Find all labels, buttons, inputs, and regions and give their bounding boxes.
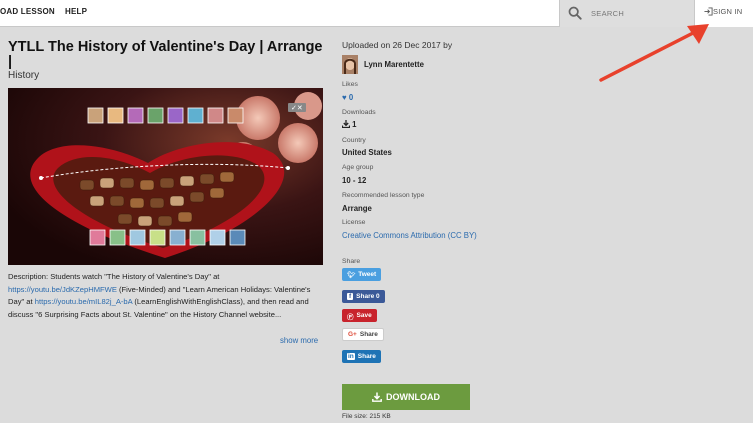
- downloads-label: Downloads: [342, 109, 376, 116]
- lesson-description: Description: Students watch "The History…: [8, 271, 326, 322]
- sign-in-icon: [704, 7, 713, 16]
- pinterest-icon: Ⓟ: [347, 313, 354, 321]
- twitter-icon: 🐦︎: [347, 271, 356, 279]
- download-button[interactable]: DOWNLOAD: [342, 384, 470, 410]
- lesson-type-value: Arrange: [342, 204, 372, 213]
- sign-in-label: SIGN IN: [713, 7, 743, 16]
- description-link-youtube-1[interactable]: https://youtu.be/JdKZepHMFWE: [8, 285, 117, 294]
- upload-info: Uploaded on 26 Dec 2017 by: [342, 40, 453, 50]
- facebook-share-button[interactable]: f Share 0: [342, 290, 385, 303]
- tweet-label: Tweet: [358, 271, 377, 278]
- description-link-youtube-2[interactable]: https://youtu.be/mIL82j_A-bA: [35, 297, 133, 306]
- age-group-value: 10 - 12: [342, 176, 367, 185]
- author-name-link[interactable]: Lynn Marentette: [364, 60, 424, 69]
- show-more-link[interactable]: show more: [280, 336, 318, 345]
- google-plus-icon: G+: [348, 331, 357, 338]
- search-input[interactable]: SEARCH: [591, 9, 624, 18]
- download-count-icon: [341, 120, 351, 129]
- description-text-1: Description: Students watch "The History…: [8, 272, 220, 281]
- linkedin-icon: in: [347, 353, 355, 360]
- download-icon: [372, 392, 382, 402]
- linkedin-share-button[interactable]: in Share: [342, 350, 381, 363]
- lesson-preview-image[interactable]: ✓✕: [8, 88, 323, 265]
- pinterest-save-label: Save: [356, 312, 372, 319]
- red-annotation-arrow: [599, 24, 709, 82]
- valentine-chocolate-box-illustration: ✓✕: [8, 88, 323, 265]
- google-plus-share-button[interactable]: G+ Share: [342, 328, 384, 341]
- facebook-icon: f: [347, 293, 354, 300]
- age-group-label: Age group: [342, 164, 374, 171]
- share-label: Share: [342, 258, 361, 265]
- likes-label: Likes: [342, 81, 358, 88]
- downloads-count: 1: [352, 120, 357, 129]
- author-avatar[interactable]: [342, 55, 358, 74]
- download-label: DOWNLOAD: [386, 392, 440, 402]
- nav-help-link[interactable]: HELP: [65, 7, 87, 16]
- author-photo: [342, 55, 358, 74]
- google-share-label: Share: [359, 331, 378, 338]
- heart-icon: ♥: [342, 93, 347, 102]
- search-icon: [568, 6, 582, 20]
- lesson-title: YTLL The History of Valentine's Day | Ar…: [8, 39, 323, 70]
- linkedin-share-label: Share: [357, 353, 376, 360]
- file-size: File size: 215 KB: [342, 413, 391, 420]
- country-label: Country: [342, 137, 366, 144]
- lesson-category: History: [8, 70, 40, 81]
- twitter-tweet-button[interactable]: 🐦︎ Tweet: [342, 268, 382, 281]
- country-value: United States: [342, 148, 392, 157]
- nav-upload-lesson-link[interactable]: OAD LESSON: [0, 7, 55, 16]
- pinterest-save-button[interactable]: Ⓟ Save: [342, 309, 377, 322]
- downloads-value: 1: [341, 120, 357, 129]
- license-label: License: [342, 219, 366, 226]
- svg-text:✓✕: ✓✕: [291, 104, 303, 112]
- lesson-type-label: Recommended lesson type: [342, 192, 425, 199]
- facebook-share-label: Share 0: [356, 293, 380, 300]
- likes-button[interactable]: ♥ 0: [342, 93, 353, 102]
- likes-count: 0: [348, 93, 354, 102]
- license-link[interactable]: Creative Commons Attribution (CC BY): [342, 230, 492, 242]
